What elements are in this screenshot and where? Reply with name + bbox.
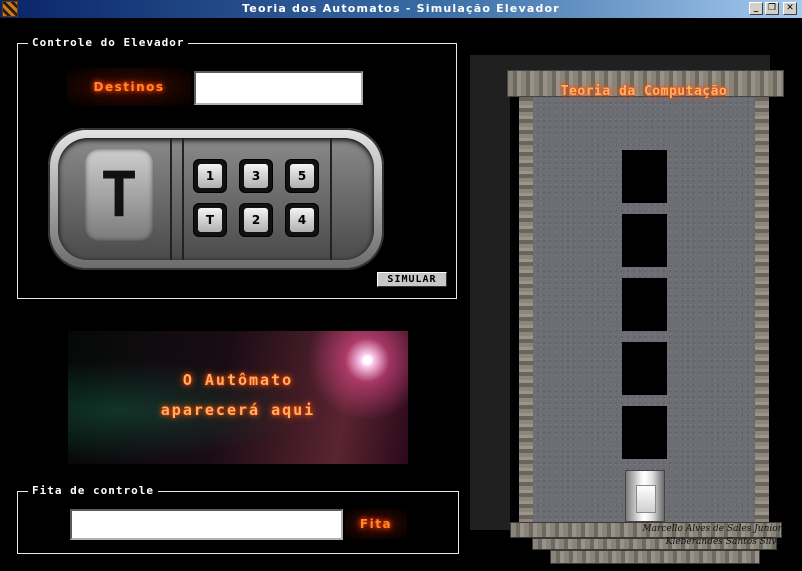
keypad-panel: T bbox=[58, 138, 374, 260]
floor-5-window bbox=[622, 150, 667, 203]
floor-2-button[interactable]: 2 bbox=[240, 204, 272, 236]
floor-5-button[interactable]: 5 bbox=[286, 160, 318, 192]
floor-3-window bbox=[622, 278, 667, 331]
floor-4-window bbox=[622, 214, 667, 267]
floor-t-label: T bbox=[198, 208, 222, 232]
floor-3-label: 3 bbox=[244, 164, 268, 188]
keypad-divider bbox=[182, 138, 184, 260]
credit-author-2: Kleberandes Santos Silva bbox=[665, 537, 782, 547]
current-floor-display: T bbox=[84, 148, 154, 242]
automaton-line-2: aparecerá aqui bbox=[160, 401, 316, 419]
floor-1-button[interactable]: 1 bbox=[194, 160, 226, 192]
destinos-field[interactable] bbox=[194, 71, 363, 105]
control-tape-legend: Fita de controle bbox=[28, 484, 158, 497]
keypad-divider bbox=[170, 138, 172, 260]
elevator-control-legend: Controle do Elevador bbox=[28, 36, 189, 49]
tower-right-pillar bbox=[755, 97, 769, 523]
floor-1-window bbox=[622, 406, 667, 459]
fita-label: Fita bbox=[345, 509, 407, 539]
floor-t-button[interactable]: T bbox=[194, 204, 226, 236]
simular-button[interactable]: SIMULAR bbox=[377, 272, 447, 287]
destinos-label: Destinos bbox=[67, 68, 191, 106]
automaton-line-1: O Autômato bbox=[182, 371, 294, 389]
fita-field[interactable] bbox=[70, 509, 343, 540]
floor-3-button[interactable]: 3 bbox=[240, 160, 272, 192]
elevator-cabin bbox=[625, 470, 665, 522]
title-bar: Teoria dos Automatos - Simulação Elevado… bbox=[0, 0, 802, 18]
credit-author-1: Marcello Alves de Sales Junior bbox=[642, 524, 782, 534]
floor-2-window bbox=[622, 342, 667, 395]
minimize-button[interactable]: _ bbox=[749, 2, 763, 15]
floor-1-label: 1 bbox=[198, 164, 222, 188]
automaton-display: O Autômato aparecerá aqui bbox=[68, 331, 408, 464]
floor-4-label: 4 bbox=[290, 208, 314, 232]
tower-title: Teoria da Computação bbox=[560, 84, 728, 99]
floor-2-label: 2 bbox=[244, 208, 268, 232]
maximize-button[interactable]: ❐ bbox=[765, 2, 779, 15]
floor-5-label: 5 bbox=[290, 164, 314, 188]
tower-left-pillar bbox=[519, 97, 533, 523]
elevator-keypad: T 1 3 5 T 2 4 bbox=[48, 128, 384, 270]
window-title: Teoria dos Automatos - Simulação Elevado… bbox=[242, 2, 560, 15]
tower-base bbox=[550, 550, 760, 564]
keypad-divider bbox=[330, 138, 332, 260]
floor-4-button[interactable]: 4 bbox=[286, 204, 318, 236]
tower-shadow bbox=[470, 60, 510, 530]
close-button[interactable]: ✕ bbox=[783, 2, 797, 15]
